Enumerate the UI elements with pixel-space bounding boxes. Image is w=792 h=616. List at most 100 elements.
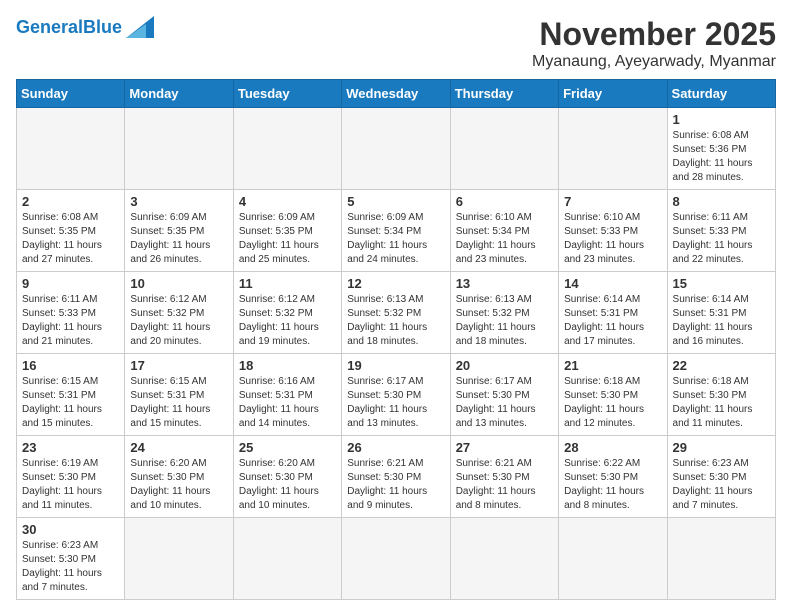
calendar-cell — [342, 108, 450, 190]
day-number: 16 — [22, 358, 119, 373]
cell-info: Sunrise: 6:23 AMSunset: 5:30 PMDaylight:… — [673, 457, 770, 513]
cell-info: Sunrise: 6:18 AMSunset: 5:30 PMDaylight:… — [564, 375, 661, 431]
calendar-cell: 25 Sunrise: 6:20 AMSunset: 5:30 PMDayligh… — [233, 436, 341, 518]
cell-info: Sunrise: 6:21 AMSunset: 5:30 PMDaylight:… — [347, 457, 444, 513]
calendar-cell: 29 Sunrise: 6:23 AMSunset: 5:30 PMDayligh… — [667, 436, 775, 518]
cell-info: Sunrise: 6:14 AMSunset: 5:31 PMDaylight:… — [673, 293, 770, 349]
calendar-cell — [450, 518, 558, 600]
cell-info: Sunrise: 6:17 AMSunset: 5:30 PMDaylight:… — [456, 375, 553, 431]
calendar-cell — [233, 108, 341, 190]
calendar-cell: 15Sunrise: 6:14 AMSunset: 5:31 PMDayligh… — [667, 272, 775, 354]
cell-info: Sunrise: 6:22 AMSunset: 5:30 PMDaylight:… — [564, 457, 661, 513]
day-number: 7 — [564, 194, 661, 209]
calendar-table: SundayMondayTuesdayWednesdayThursdayFrid… — [16, 79, 776, 600]
day-number: 20 — [456, 358, 553, 373]
calendar-week-1: 1Sunrise: 6:08 AMSunset: 5:36 PMDaylight… — [17, 108, 776, 190]
day-number: 14 — [564, 276, 661, 291]
cell-info: Sunrise: 6:21 AMSunset: 5:30 PMDaylight:… — [456, 457, 553, 513]
calendar-cell — [233, 518, 341, 600]
day-number: 30 — [22, 522, 119, 537]
day-number: 10 — [130, 276, 227, 291]
calendar-cell: 27Sunrise: 6:21 AMSunset: 5:30 PMDayligh… — [450, 436, 558, 518]
day-number: 19 — [347, 358, 444, 373]
calendar-cell: 16Sunrise: 6:15 AMSunset: 5:31 PMDayligh… — [17, 354, 125, 436]
calendar-cell — [559, 108, 667, 190]
cell-info: Sunrise: 6:09 AMSunset: 5:35 PMDaylight:… — [239, 211, 336, 267]
calendar-cell: 19 Sunrise: 6:17 AMSunset: 5:30 PMDayligh… — [342, 354, 450, 436]
cell-info: Sunrise: 6:20 AMSunset: 5:30 PMDaylight:… — [130, 457, 227, 513]
cell-info: Sunrise: 6:18 AMSunset: 5:30 PMDaylight:… — [673, 375, 770, 431]
day-number: 3 — [130, 194, 227, 209]
calendar-week-3: 9 Sunrise: 6:11 AMSunset: 5:33 PMDaylight… — [17, 272, 776, 354]
calendar-cell: 2Sunrise: 6:08 AMSunset: 5:35 PMDaylight… — [17, 190, 125, 272]
cell-info: Sunrise: 6:17 AMSunset: 5:30 PMDaylight:… — [347, 375, 444, 431]
cell-info: Sunrise: 6:12 AMSunset: 5:32 PMDaylight:… — [130, 293, 227, 349]
calendar-cell — [17, 108, 125, 190]
day-number: 1 — [673, 112, 770, 127]
logo: GeneralBlue — [16, 16, 154, 38]
cell-info: Sunrise: 6:12 AMSunset: 5:32 PMDaylight:… — [239, 293, 336, 349]
day-number: 9 — [22, 276, 119, 291]
day-number: 21 — [564, 358, 661, 373]
day-number: 18 — [239, 358, 336, 373]
weekday-header-friday: Friday — [559, 80, 667, 108]
cell-info: Sunrise: 6:13 AMSunset: 5:32 PMDaylight:… — [347, 293, 444, 349]
weekday-header-monday: Monday — [125, 80, 233, 108]
calendar-cell: 5 Sunrise: 6:09 AMSunset: 5:34 PMDaylight… — [342, 190, 450, 272]
cell-info: Sunrise: 6:13 AMSunset: 5:32 PMDaylight:… — [456, 293, 553, 349]
calendar-cell: 13 Sunrise: 6:13 AMSunset: 5:32 PMDayligh… — [450, 272, 558, 354]
calendar-cell: 11 Sunrise: 6:12 AMSunset: 5:32 PMDayligh… — [233, 272, 341, 354]
day-number: 11 — [239, 276, 336, 291]
weekday-header-saturday: Saturday — [667, 80, 775, 108]
calendar-cell: 18 Sunrise: 6:16 AMSunset: 5:31 PMDayligh… — [233, 354, 341, 436]
day-number: 23 — [22, 440, 119, 455]
calendar-cell — [559, 518, 667, 600]
cell-info: Sunrise: 6:11 AMSunset: 5:33 PMDaylight:… — [22, 293, 119, 349]
calendar-cell: 6 Sunrise: 6:10 AMSunset: 5:34 PMDaylight… — [450, 190, 558, 272]
cell-info: Sunrise: 6:08 AMSunset: 5:35 PMDaylight:… — [22, 211, 119, 267]
cell-info: Sunrise: 6:09 AMSunset: 5:34 PMDaylight:… — [347, 211, 444, 267]
day-number: 22 — [673, 358, 770, 373]
weekday-header-wednesday: Wednesday — [342, 80, 450, 108]
day-number: 28 — [564, 440, 661, 455]
calendar-week-4: 16 Sunrise: 6:15 AMSunset: 5:31 PMDayligh… — [17, 354, 776, 436]
cell-info: Sunrise: 6:10 AMSunset: 5:33 PMDaylight:… — [564, 211, 661, 267]
day-number: 17 — [130, 358, 227, 373]
cell-info: Sunrise: 6:14 AMSunset: 5:31 PMDaylight:… — [564, 293, 661, 349]
calendar-cell: 17 Sunrise: 6:15 AMSunset: 5:31 PMDayligh… — [125, 354, 233, 436]
calendar-cell: 12 Sunrise: 6:13 AMSunset: 5:32 PMDayligh… — [342, 272, 450, 354]
cell-info: Sunrise: 6:23 AMSunset: 5:30 PMDaylight:… — [22, 539, 119, 595]
day-number: 13 — [456, 276, 553, 291]
day-number: 8 — [673, 194, 770, 209]
day-number: 25 — [239, 440, 336, 455]
day-number: 29 — [673, 440, 770, 455]
calendar-cell: 24Sunrise: 6:20 AMSunset: 5:30 PMDayligh… — [125, 436, 233, 518]
calendar-week-2: 2Sunrise: 6:08 AMSunset: 5:35 PMDaylight… — [17, 190, 776, 272]
calendar-cell: 14 Sunrise: 6:14 AMSunset: 5:31 PMDayligh… — [559, 272, 667, 354]
calendar-cell: 22 Sunrise: 6:18 AMSunset: 5:30 PMDayligh… — [667, 354, 775, 436]
calendar-cell: 3Sunrise: 6:09 AMSunset: 5:35 PMDaylight… — [125, 190, 233, 272]
cell-info: Sunrise: 6:10 AMSunset: 5:34 PMDaylight:… — [456, 211, 553, 267]
cell-info: Sunrise: 6:16 AMSunset: 5:31 PMDaylight:… — [239, 375, 336, 431]
calendar-cell: 30 Sunrise: 6:23 AMSunset: 5:30 PMDayligh… — [17, 518, 125, 600]
cell-info: Sunrise: 6:15 AMSunset: 5:31 PMDaylight:… — [130, 375, 227, 431]
calendar-cell: 28 Sunrise: 6:22 AMSunset: 5:30 PMDayligh… — [559, 436, 667, 518]
cell-info: Sunrise: 6:11 AMSunset: 5:33 PMDaylight:… — [673, 211, 770, 267]
day-number: 26 — [347, 440, 444, 455]
cell-info: Sunrise: 6:20 AMSunset: 5:30 PMDaylight:… — [239, 457, 336, 513]
page-header: GeneralBlue November 2025 Myanaung, Ayey… — [16, 16, 776, 71]
calendar-cell: 20 Sunrise: 6:17 AMSunset: 5:30 PMDayligh… — [450, 354, 558, 436]
day-number: 6 — [456, 194, 553, 209]
logo-icon — [126, 16, 154, 38]
month-title: November 2025 — [532, 16, 776, 53]
calendar-cell: 23Sunrise: 6:19 AMSunset: 5:30 PMDayligh… — [17, 436, 125, 518]
calendar-cell: 21 Sunrise: 6:18 AMSunset: 5:30 PMDayligh… — [559, 354, 667, 436]
calendar-cell: 26 Sunrise: 6:21 AMSunset: 5:30 PMDayligh… — [342, 436, 450, 518]
calendar-cell: 10 Sunrise: 6:12 AMSunset: 5:32 PMDayligh… — [125, 272, 233, 354]
calendar-cell: 7 Sunrise: 6:10 AMSunset: 5:33 PMDaylight… — [559, 190, 667, 272]
day-number: 12 — [347, 276, 444, 291]
day-number: 5 — [347, 194, 444, 209]
calendar-cell — [342, 518, 450, 600]
title-block: November 2025 Myanaung, Ayeyarwady, Myan… — [532, 16, 776, 71]
weekday-header-sunday: Sunday — [17, 80, 125, 108]
